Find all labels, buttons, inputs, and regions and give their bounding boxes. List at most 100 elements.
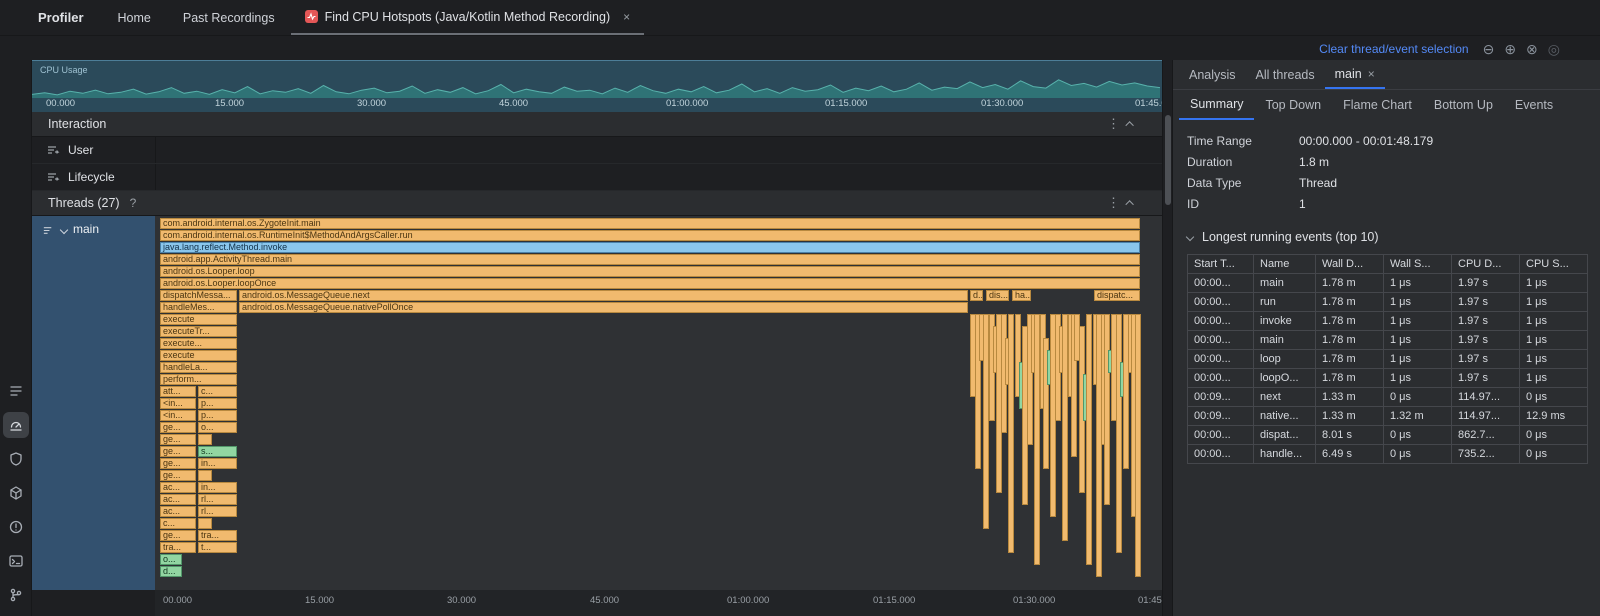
flame-frame[interactable] [198,470,212,481]
flame-frame[interactable]: tra... [198,530,237,541]
flame-frame[interactable]: ge... [160,458,196,469]
flame-frame[interactable]: dis... [986,290,1009,301]
tab-recording[interactable]: Find CPU Hotspots (Java/Kotlin Method Re… [291,0,645,35]
close-icon[interactable]: × [623,10,630,24]
clear-selection-link[interactable]: Clear thread/event selection [1319,42,1468,56]
flame-frame[interactable]: ac... [160,494,196,505]
flame-frame[interactable]: execute... [160,338,237,349]
flame-frame[interactable]: perform... [160,374,237,385]
zoom-to-selection-icon[interactable]: ◎ [1548,42,1560,56]
subtab-flame-chart[interactable]: Flame Chart [1332,90,1423,120]
flame-frame[interactable]: att... [160,386,196,397]
app-quality-insights-icon[interactable] [3,446,29,472]
event-row[interactable]: 00:00...loop1.78 m1 μs1.97 s1 μs [1188,350,1588,369]
subtab-events[interactable]: Events [1504,90,1564,120]
kebab-menu-icon[interactable]: ⋮ [1107,195,1120,211]
scrollbar-thumb[interactable] [1165,115,1171,205]
flame-frame[interactable]: in... [198,482,237,493]
close-icon[interactable]: × [1368,67,1375,81]
event-column-header[interactable]: Wall S... [1384,255,1452,274]
interaction-row-user[interactable]: User [32,137,1162,164]
subtab-summary[interactable]: Summary [1179,90,1254,120]
flame-frame[interactable] [1008,314,1014,553]
flame-frame[interactable]: o... [160,554,182,565]
flame-frame[interactable]: android.os.MessageQueue.next [239,290,968,301]
flame-frame[interactable]: ge... [160,446,196,457]
zoom-in-icon[interactable]: ⊕ [1504,42,1516,56]
subtab-bottom-up[interactable]: Bottom Up [1423,90,1504,120]
event-row[interactable]: 00:00...main1.78 m1 μs1.97 s1 μs [1188,274,1588,293]
chevron-down-icon[interactable] [60,226,68,234]
reset-zoom-icon[interactable]: ⊗ [1526,42,1538,56]
flame-frame[interactable]: android.os.Looper.loopOnce [160,278,1140,289]
zoom-out-icon[interactable]: ⊖ [1483,42,1495,56]
help-icon[interactable]: ? [130,196,137,210]
flame-frame[interactable]: o... [198,422,237,433]
flame-frame[interactable]: ge... [160,470,196,481]
flame-frame[interactable]: execute [160,314,237,325]
flame-frame[interactable]: rl... [198,506,237,517]
flame-frame[interactable]: executeTr... [160,326,237,337]
event-row[interactable]: 00:00...main1.78 m1 μs1.97 s1 μs [1188,331,1588,350]
event-row[interactable]: 00:09...native...1.33 m1.32 m114.97...12… [1188,407,1588,426]
flame-frame[interactable]: ge... [160,530,196,541]
flame-frame[interactable]: android.os.Looper.loop [160,266,1140,277]
event-row[interactable]: 00:00...handle...6.49 s0 μs735.2...0 μs [1188,445,1588,464]
flame-frame[interactable]: rl... [198,494,237,505]
flame-frame[interactable] [1135,314,1141,577]
flame-frame[interactable]: t... [198,542,237,553]
flame-frame[interactable]: dispatchMessa... [160,290,237,301]
event-row[interactable]: 00:09...next1.33 m0 μs114.97...0 μs [1188,388,1588,407]
flame-frame[interactable]: c... [198,386,237,397]
event-row[interactable]: 00:00...dispat...8.01 s0 μs862.7...0 μs [1188,426,1588,445]
flame-frame[interactable]: dispatc... [1094,290,1140,301]
flame-frame[interactable]: com.android.internal.os.ZygoteInit.main [160,218,1140,229]
flame-frame[interactable]: c... [160,518,196,529]
event-row[interactable]: 00:00...invoke1.78 m1 μs1.97 s1 μs [1188,312,1588,331]
flame-frame[interactable]: ge... [160,422,196,433]
flame-frame[interactable] [1116,314,1122,553]
logcat-icon[interactable] [3,378,29,404]
analysis-tab-all-threads[interactable]: All threads [1246,60,1325,89]
thread-label-main[interactable]: main [32,216,155,590]
analysis-tab-analysis[interactable]: Analysis [1179,60,1246,89]
tab-past-recordings[interactable]: Past Recordings [167,0,291,35]
flame-frame[interactable] [1104,314,1110,505]
flame-frame[interactable]: d... [160,566,182,577]
vertical-scrollbar[interactable] [1162,60,1172,616]
tab-home[interactable]: Home [102,0,167,35]
flame-frame[interactable]: in... [198,458,237,469]
flame-frame[interactable]: com.android.internal.os.RuntimeInit$Meth… [160,230,1140,241]
event-column-header[interactable]: CPU D... [1452,255,1520,274]
flame-frame[interactable]: p... [198,410,237,421]
flame-frame[interactable]: ge... [160,434,196,445]
event-row[interactable]: 00:00...loopO...1.78 m1 μs1.97 s1 μs [1188,369,1588,388]
flame-frame[interactable]: s... [198,446,237,457]
cpu-usage-track[interactable]: CPU Usage 00.00015.00030.00045.00001:00.… [32,60,1162,112]
flame-frame[interactable]: ac... [160,482,196,493]
event-column-header[interactable]: CPU S... [1520,255,1588,274]
event-row[interactable]: 00:00...run1.78 m1 μs1.97 s1 μs [1188,293,1588,312]
flame-frame[interactable]: handleLa... [160,362,237,373]
flame-frame[interactable]: ac... [160,506,196,517]
flame-frame[interactable] [198,518,212,529]
profiler-icon[interactable] [3,412,29,438]
terminal-icon[interactable] [3,548,29,574]
kebab-menu-icon[interactable]: ⋮ [1107,116,1120,132]
subtab-top-down[interactable]: Top Down [1254,90,1332,120]
collapse-icon[interactable] [1125,200,1133,208]
version-control-icon[interactable] [3,582,29,608]
flame-frame[interactable] [1086,314,1092,565]
event-column-header[interactable]: Name [1254,255,1316,274]
flame-frame[interactable]: d... [970,290,983,301]
flame-frame[interactable]: <in... [160,410,196,421]
flame-frame[interactable]: android.os.MessageQueue.nativePollOnce [239,302,968,313]
flame-frame[interactable]: android.app.ActivityThread.main [160,254,1140,265]
flame-frame[interactable]: execute [160,350,237,361]
flame-frame[interactable]: p... [198,398,237,409]
event-column-header[interactable]: Wall D... [1316,255,1384,274]
flame-frame[interactable]: tra... [160,542,196,553]
call-chart[interactable]: com.android.internal.os.ZygoteInit.mainc… [155,216,1162,590]
flame-frame[interactable] [198,434,212,445]
collapse-icon[interactable] [1125,121,1133,129]
